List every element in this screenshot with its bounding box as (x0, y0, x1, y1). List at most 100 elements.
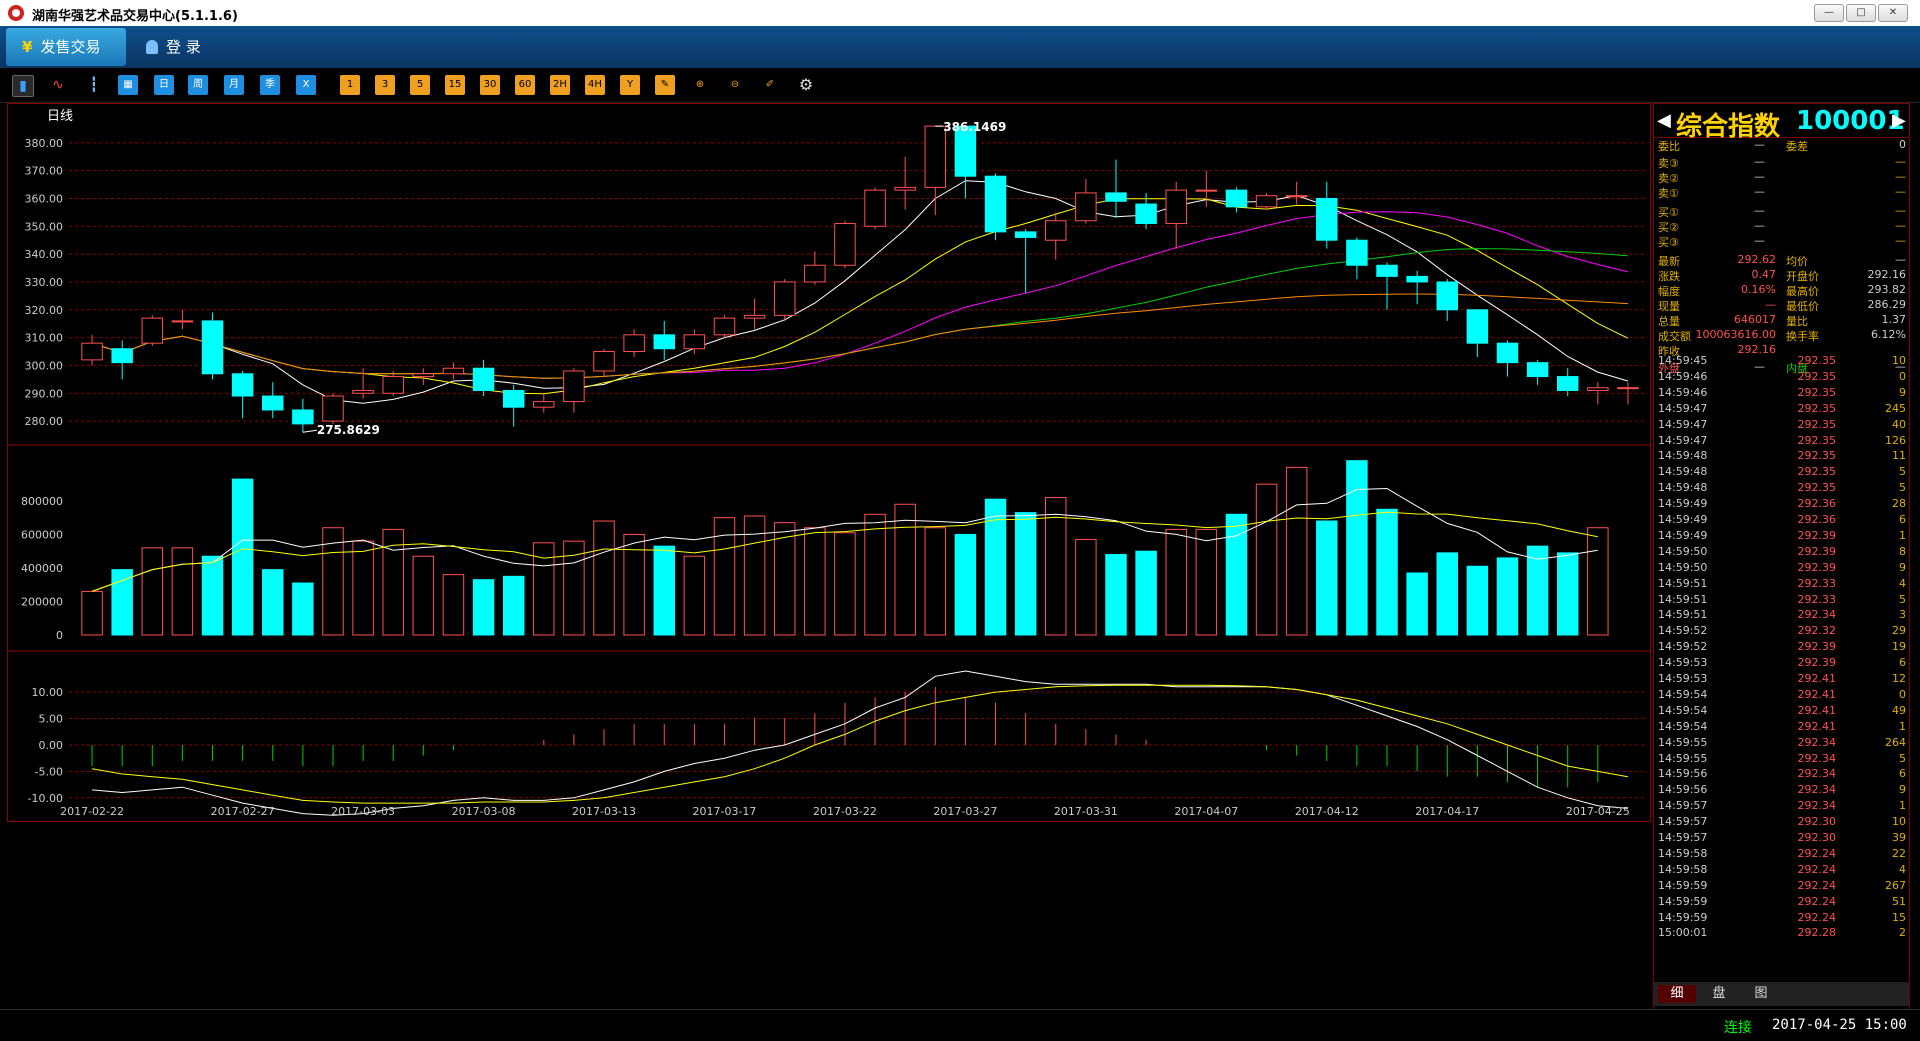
period-x-button[interactable]: X (296, 75, 316, 95)
tick-volume: 22 (1892, 846, 1906, 860)
volume-bar (231, 478, 254, 636)
candle-body (864, 189, 886, 227)
candle-body (593, 351, 615, 372)
macd-axis-label: 10.00 (32, 686, 64, 699)
candle-body (533, 401, 555, 408)
bar-chart-icon[interactable]: ▮ (12, 75, 34, 97)
kline-chart-area[interactable]: 380.00 370.00 360.00 350.00 340.00 330.00 320.… (7, 103, 1651, 1008)
volume-bar (773, 522, 796, 636)
period-5-button[interactable]: 5 (410, 75, 430, 95)
volume-bar (1165, 528, 1187, 636)
volume-bar (292, 582, 314, 636)
tick-volume: 1 (1899, 719, 1906, 733)
period-week-button[interactable]: 周 (188, 75, 208, 95)
tick-price: 292.39 (1797, 544, 1837, 558)
tick-list[interactable]: 14:59:45 292.35 10 14:59:46 292.35 0 14:59:46 2… (1654, 354, 1909, 939)
bid-volume: — (1895, 204, 1906, 217)
volume-bar (472, 579, 495, 636)
tick-price: 292.24 (1797, 846, 1837, 860)
period-2h-button[interactable]: 2H (550, 75, 570, 95)
tick-time: 14:59:48 (1658, 481, 1708, 495)
price-axis-label: 340.00 (25, 248, 64, 261)
stat-label: 量比 (1786, 315, 1808, 328)
tick-price: 292.41 (1797, 703, 1837, 717)
line-chart-icon[interactable]: ∿ (48, 75, 68, 95)
tick-row: 14:59:53 292.39 6 (1658, 656, 1906, 672)
maximize-button[interactable]: □ (1846, 4, 1876, 22)
volume-bar (412, 555, 435, 636)
candle-body (141, 317, 164, 344)
calendar-icon[interactable]: ▦ (118, 75, 138, 95)
candle-body (984, 175, 1007, 233)
stat-value: 292.62 (1737, 253, 1777, 266)
tab-detail[interactable]: 细 (1658, 985, 1696, 1003)
stat-label: 涨跌 (1658, 270, 1680, 283)
tick-row: 14:59:49 292.36 28 (1658, 497, 1906, 513)
zoom-out-icon[interactable]: ⊖ (725, 75, 745, 95)
tick-row: 14:59:48 292.35 5 (1658, 481, 1906, 497)
tick-time: 14:59:59 (1658, 894, 1708, 908)
close-button[interactable]: ✕ (1878, 4, 1908, 22)
ask-volume: — (1895, 170, 1906, 183)
tick-price: 292.35 (1797, 465, 1837, 479)
period-quarter-button[interactable]: 季 (260, 75, 280, 95)
draw-tool-icon[interactable]: ✎ (655, 75, 675, 95)
tick-volume: 126 (1885, 433, 1906, 447)
trade-tab-label-wrap[interactable]: ¥ 发售交易 (22, 36, 100, 57)
macd-axis-label: -10.00 (28, 792, 63, 805)
tick-row: 14:59:50 292.39 8 (1658, 545, 1906, 561)
window-controls: — □ ✕ (1814, 4, 1908, 22)
tick-volume: 245 (1885, 401, 1906, 415)
period-15-button[interactable]: 15 (445, 75, 465, 95)
tick-row: 14:59:51 292.33 4 (1658, 577, 1906, 593)
tick-volume: 264 (1885, 735, 1906, 749)
period-month-button[interactable]: 月 (224, 75, 244, 95)
tick-price: 292.33 (1797, 576, 1837, 590)
tick-time: 14:59:52 (1658, 624, 1708, 638)
bid-row: 买③ — — (1658, 234, 1906, 249)
login-button[interactable]: 登 录 (146, 36, 201, 57)
candlestick-icon[interactable]: ┇ (84, 75, 104, 95)
quote-panel: ◀ 综合指数 100001 ▶ 委比 — 委差 0 卖③ — — 卖② — — 卖① — — 买① — — 买②… (1653, 103, 1910, 1010)
next-arrow-icon[interactable]: ▶ (1892, 110, 1906, 131)
tick-price: 292.24 (1797, 878, 1837, 892)
period-4h-button[interactable]: 4H (585, 75, 605, 95)
period-30-button[interactable]: 30 (480, 75, 500, 95)
tick-time: 14:59:58 (1658, 846, 1708, 860)
period-3-button[interactable]: 3 (375, 75, 395, 95)
period-year-button[interactable]: Y (620, 75, 640, 95)
tick-time: 14:59:46 (1658, 369, 1708, 383)
zoom-in-icon[interactable]: ⊕ (690, 75, 710, 95)
connection-status: 连接 (1724, 1020, 1752, 1036)
candle-body (1045, 220, 1067, 241)
candle-body (1135, 203, 1157, 225)
ask-label: 卖② (1658, 172, 1679, 185)
tick-price: 292.30 (1797, 831, 1837, 844)
volume-bar (1135, 550, 1157, 636)
tick-volume: 9 (1899, 560, 1906, 574)
tick-row: 14:59:51 292.33 5 (1658, 593, 1906, 609)
volume-bar (201, 555, 224, 636)
period-day-button[interactable]: 日 (154, 75, 174, 95)
macd-dea-line (92, 684, 1628, 804)
tick-volume: 0 (1899, 687, 1906, 701)
tick-row: 14:59:53 292.41 12 (1658, 672, 1906, 688)
app-logo-icon (8, 5, 24, 21)
volume-bar (1105, 554, 1127, 636)
kline-chart-svg[interactable]: 380.00 370.00 360.00 350.00 340.00 330.00 320.… (7, 103, 1651, 1008)
tick-row: 14:59:57 292.30 39 (1658, 831, 1906, 847)
candle-body (773, 281, 796, 316)
period-1-button[interactable]: 1 (340, 75, 360, 95)
price-axis-label: 380.00 (25, 137, 64, 150)
candle-body (322, 395, 344, 422)
minimize-button[interactable]: — (1814, 4, 1844, 22)
period-60-button[interactable]: 60 (515, 75, 535, 95)
tab-orderbook[interactable]: 盘 (1700, 985, 1738, 1003)
tick-volume: 5 (1899, 592, 1906, 606)
settings-gear-icon[interactable]: ⚙ (796, 75, 816, 95)
tab-chart[interactable]: 图 (1742, 985, 1780, 1003)
tick-volume: 1 (1899, 799, 1906, 813)
prev-arrow-icon[interactable]: ◀ (1657, 110, 1671, 131)
tick-volume: 1 (1899, 528, 1906, 542)
indicator-icon[interactable]: ✐ (760, 75, 780, 95)
